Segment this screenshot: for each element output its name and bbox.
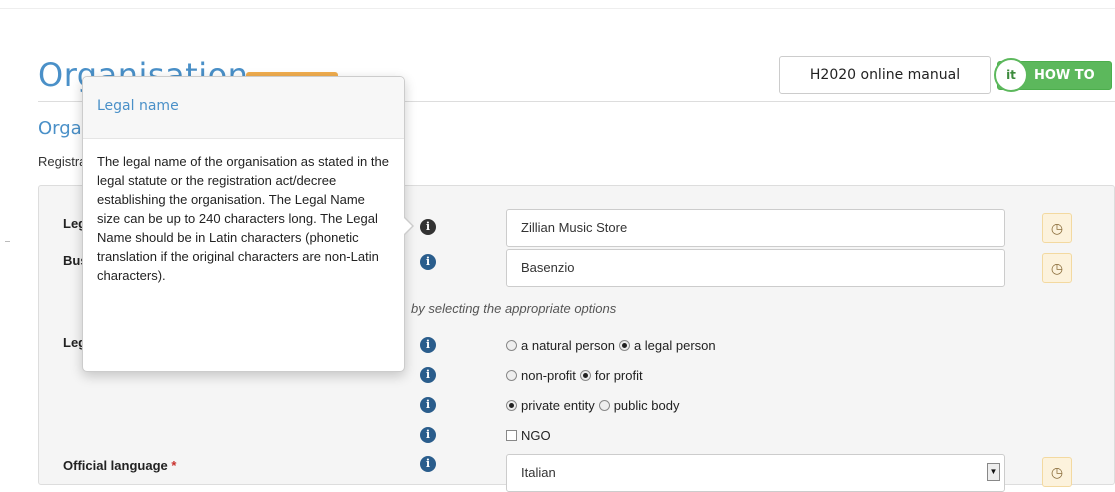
info-icon[interactable]: i [420,254,436,270]
ngo-label: NGO [521,428,551,443]
legal-status-description: by selecting the appropriate options [411,301,617,316]
official-language-select[interactable]: Italian ▼ [506,454,1005,492]
clock-icon: ◷ [1050,220,1064,236]
business-name-input[interactable]: Basenzio [506,249,1005,287]
info-icon[interactable]: i [420,219,436,235]
clock-icon: ◷ [1050,464,1064,480]
popover-body: The legal name of the organisation as st… [97,154,389,283]
profit-type-group: non-profit for profit [506,368,643,383]
howto-label: HOW TO [1034,68,1095,83]
left-marker [5,241,10,242]
info-icon[interactable]: i [420,427,436,443]
public-body-label: public body [613,398,680,413]
official-language-value: Italian [521,465,556,480]
popover-title: Legal name [83,77,404,139]
business-name-history-button[interactable]: ◷ [1042,253,1072,283]
howto-button[interactable]: it HOW TO [994,58,1112,92]
non-profit-label: non-profit [521,368,576,383]
info-icon[interactable]: i [420,367,436,383]
official-language-label: Official language * [63,458,177,473]
private-entity-label: private entity [521,398,595,413]
info-icon[interactable]: i [420,337,436,353]
top-divider [0,8,1115,9]
public-body-radio[interactable] [598,400,610,411]
legal-person-label: a legal person [633,338,716,353]
info-icon[interactable]: i [420,456,436,472]
legal-name-input[interactable]: Zillian Music Store [506,209,1005,247]
for-profit-radio[interactable] [579,370,591,381]
info-icon[interactable]: i [420,397,436,413]
entity-type-group: private entity public body [506,398,679,413]
ngo-checkbox[interactable] [506,430,517,441]
legal-person-radio[interactable] [618,340,630,351]
non-profit-radio[interactable] [506,370,517,381]
ngo-group: NGO [506,428,551,443]
online-manual-button[interactable]: H2020 online manual [779,56,991,94]
legal-name-popover: Legal name The legal name of the organis… [82,76,414,372]
for-profit-label: for profit [594,368,643,383]
private-entity-radio[interactable] [506,400,517,411]
clock-icon: ◷ [1050,260,1064,276]
popover-arrow [404,217,414,235]
person-type-group: a natural person a legal person [506,338,716,353]
natural-person-label: a natural person [521,338,615,353]
chevron-down-icon[interactable]: ▼ [987,463,1000,481]
language-history-button[interactable]: ◷ [1042,457,1072,487]
legal-name-history-button[interactable]: ◷ [1042,213,1072,243]
natural-person-radio[interactable] [506,340,517,351]
howto-logo-icon: it [994,58,1028,92]
